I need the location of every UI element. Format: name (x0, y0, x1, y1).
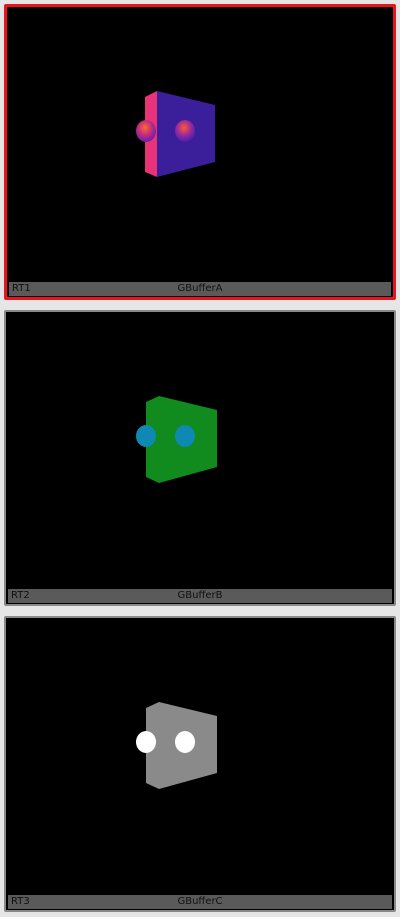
sphere-right (175, 731, 195, 753)
viewport-gbuffera (136, 91, 215, 177)
render-target-panel-2[interactable]: RT2 GBufferB (4, 310, 396, 606)
status-bar: RT1 GBufferA (9, 282, 391, 296)
viewport-gbufferb (136, 396, 217, 483)
sphere-right (175, 120, 195, 142)
viewport-gbufferc (136, 702, 217, 789)
render-target-panel-1[interactable]: RT1 GBufferA (4, 4, 396, 300)
sphere-left (136, 120, 156, 142)
buffer-label: GBufferB (177, 590, 223, 601)
sphere-left (136, 731, 156, 753)
buffer-label: GBufferA (177, 283, 223, 294)
sphere-right (175, 425, 195, 447)
render-target-panel-3[interactable]: RT3 GBufferC (4, 616, 396, 912)
status-bar: RT2 GBufferB (8, 589, 392, 603)
sphere-left (136, 425, 156, 447)
buffer-label: GBufferC (177, 896, 223, 907)
status-bar: RT3 GBufferC (8, 895, 392, 909)
